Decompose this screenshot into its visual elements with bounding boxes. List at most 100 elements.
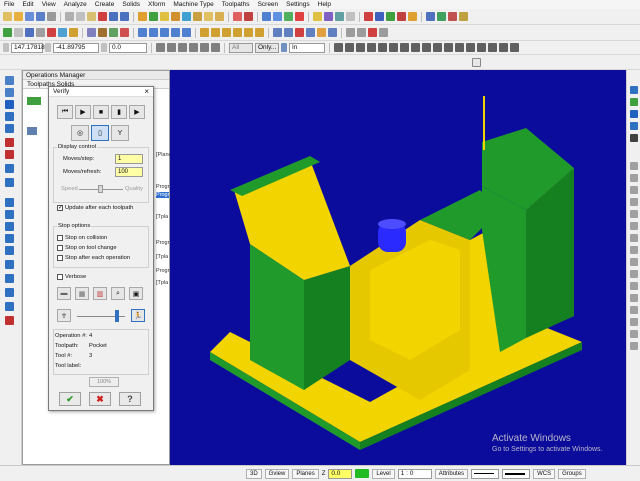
right-tool-17-icon[interactable] xyxy=(630,294,638,302)
left-tool-15-icon[interactable] xyxy=(5,260,14,269)
cancel-button[interactable]: ✖ xyxy=(89,392,111,406)
point-icon[interactable] xyxy=(3,28,12,37)
moves-step-input[interactable]: 1 xyxy=(115,154,143,164)
left-tool-5-icon[interactable] xyxy=(5,124,14,133)
save-stl-button[interactable]: ▣ xyxy=(129,287,143,300)
line-width-select[interactable] xyxy=(502,468,531,479)
toolpath-contour-icon[interactable] xyxy=(364,12,373,21)
right-tool-2-icon[interactable] xyxy=(630,98,638,106)
toolpath-surface-icon[interactable] xyxy=(408,12,417,21)
redo-icon[interactable] xyxy=(120,12,129,21)
snap-icon-a[interactable] xyxy=(156,43,165,52)
solid-cone-icon[interactable] xyxy=(171,12,180,21)
analyze-icon[interactable] xyxy=(313,12,322,21)
select-icon-c[interactable] xyxy=(356,43,365,52)
open-file-icon[interactable] xyxy=(14,12,23,21)
left-tool-4-icon[interactable] xyxy=(5,112,14,121)
xform-icon-c[interactable] xyxy=(295,28,304,37)
backplot-icon[interactable] xyxy=(437,12,446,21)
left-tool-10-icon[interactable] xyxy=(5,198,14,207)
y-coordinate-field[interactable]: -41.89795 xyxy=(53,42,99,53)
toolpath-face-icon[interactable] xyxy=(397,12,406,21)
ops-tree-icon[interactable] xyxy=(27,127,37,135)
menu-settings[interactable]: Settings xyxy=(286,1,310,8)
level-label[interactable]: Level xyxy=(372,468,395,479)
save-as-icon[interactable] xyxy=(36,12,45,21)
toolpath-pocket-icon[interactable] xyxy=(375,12,384,21)
select-icon-d[interactable] xyxy=(367,43,376,52)
wcs-button[interactable]: WCS xyxy=(533,468,556,479)
trim-icon[interactable] xyxy=(87,28,96,37)
verify-icon[interactable] xyxy=(426,12,435,21)
save-icon[interactable] xyxy=(25,12,34,21)
right-tool-16-icon[interactable] xyxy=(630,282,638,290)
left-tool-11-icon[interactable] xyxy=(5,210,14,219)
snap-icon-e[interactable] xyxy=(200,43,209,52)
right-tool-5-icon[interactable] xyxy=(630,134,638,142)
left-tool-7-icon[interactable] xyxy=(5,150,14,159)
right-tool-9-icon[interactable] xyxy=(630,198,638,206)
select-icon-l[interactable] xyxy=(455,43,464,52)
help-icon[interactable] xyxy=(472,57,481,67)
isometric-view-icon[interactable] xyxy=(244,12,253,21)
select-icon-g[interactable] xyxy=(400,43,409,52)
right-tool-7-icon[interactable] xyxy=(630,174,638,182)
z-depth-field[interactable]: 0.0 xyxy=(328,468,353,479)
xform-icon-b[interactable] xyxy=(284,28,293,37)
measure-icon[interactable] xyxy=(324,12,333,21)
snap-icon-c[interactable] xyxy=(178,43,187,52)
translate-icon[interactable] xyxy=(138,28,147,37)
simulation-speed-thumb[interactable] xyxy=(115,310,119,322)
scale-icon[interactable] xyxy=(171,28,180,37)
xform-icon-d[interactable] xyxy=(306,28,315,37)
right-tool-13-icon[interactable] xyxy=(630,246,638,254)
shade-icon[interactable] xyxy=(138,12,147,21)
snap-icon-d[interactable] xyxy=(189,43,198,52)
select-icon-n[interactable] xyxy=(477,43,486,52)
offset-icon[interactable] xyxy=(182,28,191,37)
left-tool-12-icon[interactable] xyxy=(5,222,14,231)
menu-machine-type[interactable]: Machine Type xyxy=(173,1,213,8)
right-tool-20-icon[interactable] xyxy=(630,330,638,338)
step-button[interactable]: ▮ xyxy=(111,105,127,119)
fit-icon[interactable] xyxy=(273,12,282,21)
ok-button[interactable]: ✔ xyxy=(59,392,81,406)
fast-forward-button[interactable]: ▶ xyxy=(129,105,145,119)
left-tool-3-icon[interactable] xyxy=(5,100,14,109)
menu-create[interactable]: Create xyxy=(95,1,115,8)
gview-button[interactable]: Gview xyxy=(264,468,290,479)
zoom-window-icon[interactable] xyxy=(262,12,271,21)
groups-button[interactable]: Groups xyxy=(558,468,586,479)
left-tool-13-icon[interactable] xyxy=(5,234,14,243)
level-field[interactable]: 1 : 0 xyxy=(397,468,432,479)
right-tool-1-icon[interactable] xyxy=(630,86,638,94)
solid-box-icon[interactable] xyxy=(149,12,158,21)
xform-icon-f[interactable] xyxy=(328,28,337,37)
select-icon-j[interactable] xyxy=(433,43,442,52)
cross-section-button[interactable]: ⌕ xyxy=(111,287,125,300)
select-icon-q[interactable] xyxy=(510,43,519,52)
menu-file[interactable]: File xyxy=(4,1,14,8)
snap-icon-f[interactable] xyxy=(211,43,220,52)
right-tool-12-icon[interactable] xyxy=(630,234,638,242)
stop-each-operation-checkbox[interactable] xyxy=(57,255,63,261)
run-fast-button[interactable]: 🏃 xyxy=(131,309,145,322)
select-icon-i[interactable] xyxy=(422,43,431,52)
select-icon-a[interactable] xyxy=(334,43,343,52)
line-style-select[interactable] xyxy=(471,468,500,479)
xform-icon-a[interactable] xyxy=(273,28,282,37)
z-coordinate-field[interactable]: 0.0 xyxy=(109,42,147,53)
xform-icon-e[interactable] xyxy=(317,28,326,37)
filter-arrow-icon[interactable] xyxy=(281,43,287,52)
right-tool-14-icon[interactable] xyxy=(630,258,638,266)
left-tool-19-icon[interactable] xyxy=(5,316,14,325)
blank-icon[interactable] xyxy=(346,12,355,21)
menu-analyze[interactable]: Analyze xyxy=(64,1,87,8)
filter-only-button[interactable]: Only... xyxy=(255,42,279,53)
color-swatch[interactable] xyxy=(355,469,370,478)
paste-icon[interactable] xyxy=(87,12,96,21)
spline-icon[interactable] xyxy=(58,28,67,37)
select-icon-e[interactable] xyxy=(378,43,387,52)
surface-fillet-icon[interactable] xyxy=(255,28,264,37)
solid-cylinder-icon[interactable] xyxy=(160,12,169,21)
